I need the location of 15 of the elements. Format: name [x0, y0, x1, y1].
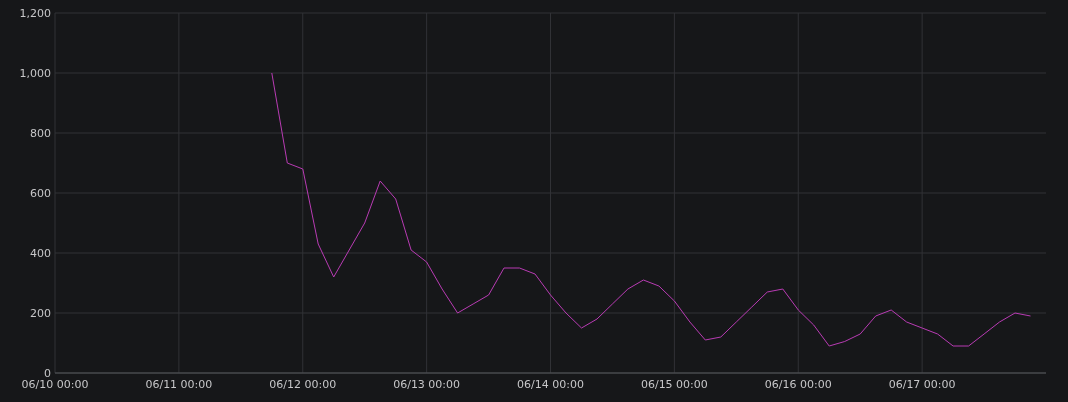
y-axis-label: 800 [30, 127, 51, 140]
y-axis-label: 1,200 [19, 7, 51, 20]
y-axis-label: 600 [30, 187, 51, 200]
y-axis-label: 400 [30, 247, 51, 260]
x-axis-label: 06/11 00:00 [145, 378, 213, 391]
x-axis-label: 06/12 00:00 [269, 378, 337, 391]
y-axis-label: 0 [44, 367, 51, 380]
x-axis-label: 06/17 00:00 [888, 378, 956, 391]
y-axis-label: 1,000 [19, 67, 51, 80]
x-axis-label: 06/16 00:00 [764, 378, 832, 391]
x-axis-label: 06/14 00:00 [517, 378, 584, 391]
y-axis-label: 200 [30, 307, 51, 320]
x-axis-label: 06/13 00:00 [393, 378, 461, 391]
x-axis-label: 06/10 00:00 [21, 378, 89, 391]
x-axis-label: 06/15 00:00 [640, 378, 708, 391]
